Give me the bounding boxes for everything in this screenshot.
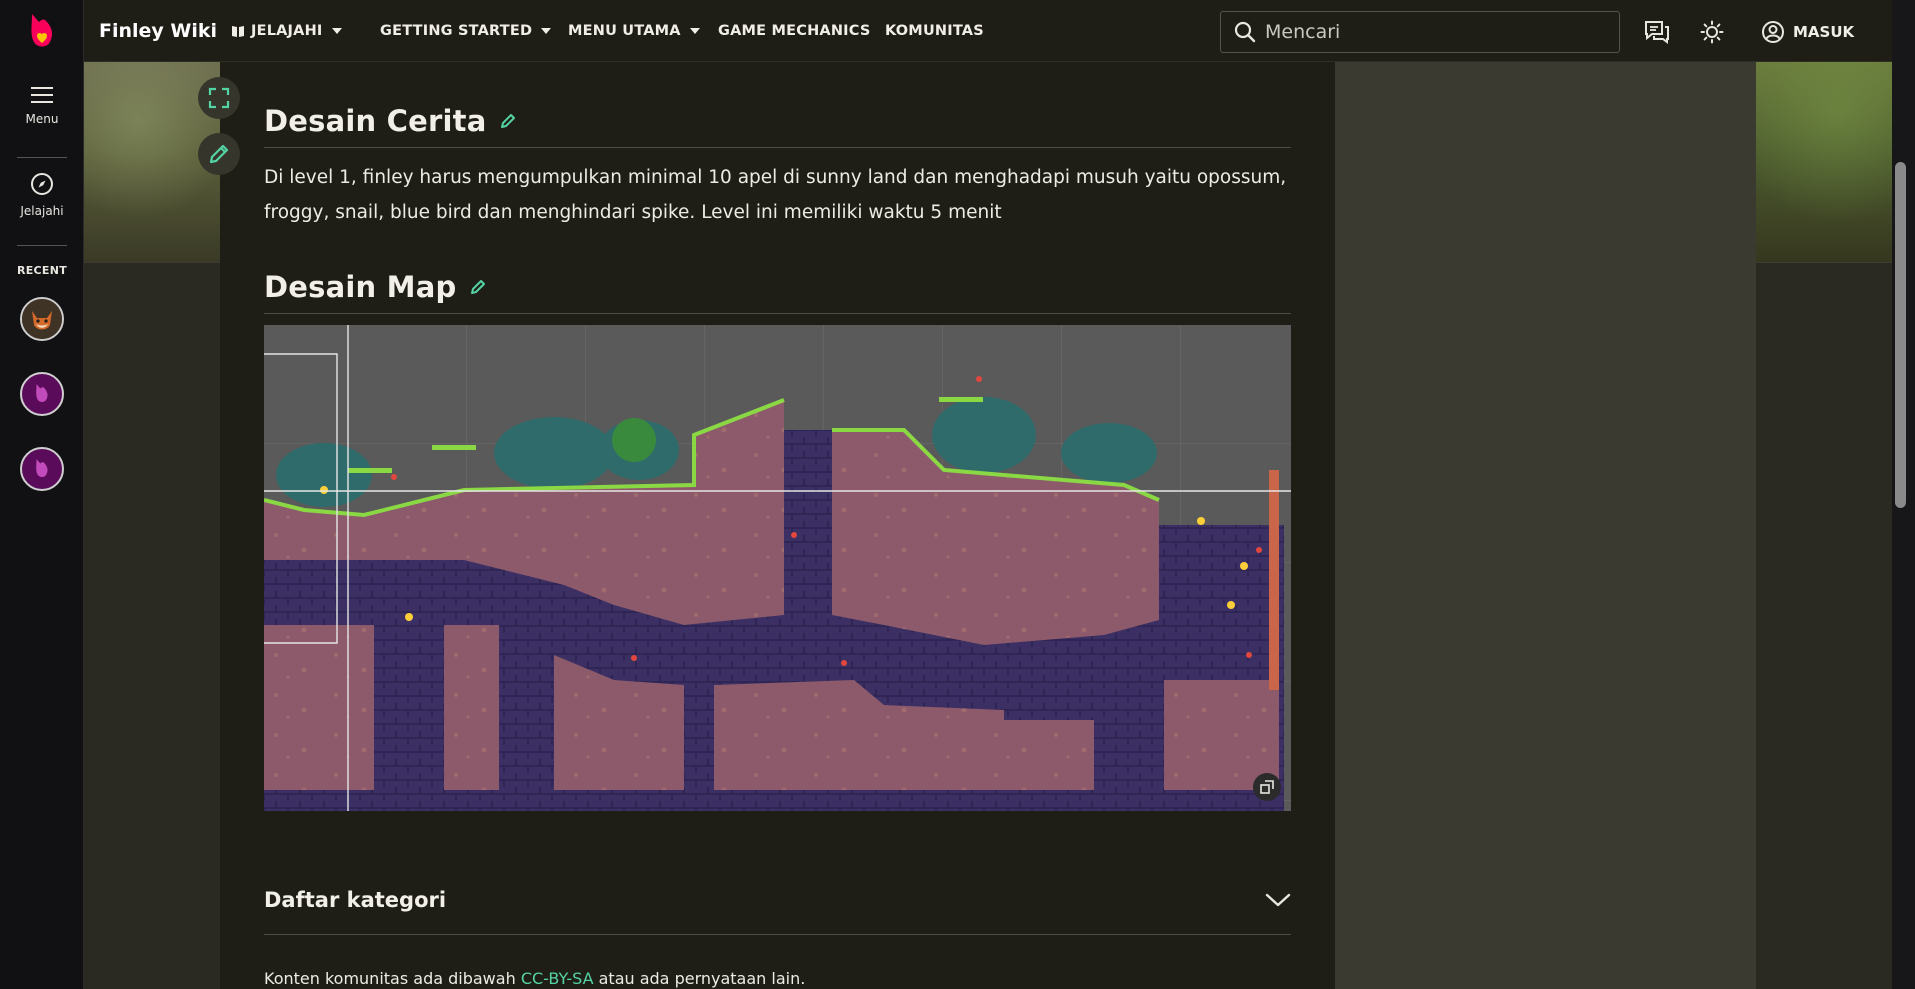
recent-wiki-finley[interactable] [20,297,64,341]
recent-heading: RECENT [16,264,68,277]
background-art-right [1756,62,1892,262]
book-icon [232,26,244,37]
pencil-icon [209,144,229,164]
chat-bubbles-icon [1645,21,1669,44]
edit-section-button[interactable] [500,113,516,129]
wiki-title[interactable]: Finley Wiki [99,20,217,42]
chevron-down-icon [541,28,552,34]
level-map-image[interactable] [264,325,1291,811]
fullscreen-button[interactable] [198,77,240,119]
recent-wiki-3[interactable] [20,447,64,491]
scrollbar-thumb[interactable] [1895,162,1906,508]
fandom-logo-icon[interactable] [26,12,58,52]
license-link[interactable]: CC-BY-SA [521,969,594,988]
section-divider [264,147,1291,148]
nav-jelajahi[interactable]: JELAJAHI [231,23,342,39]
nav-komunitas-label: KOMUNITAS [885,23,984,39]
discussions-button[interactable] [1643,18,1671,46]
categories-title: Daftar kategori [264,888,447,912]
explore-button[interactable]: Jelajahi [0,172,84,218]
theme-toggle-button[interactable] [1698,18,1726,46]
user-icon [1762,21,1784,43]
license-suffix: atau ada pernyataan lain. [598,969,806,988]
chevron-down-icon [689,28,700,34]
explore-label: Jelajahi [20,204,64,218]
right-sidebar [1335,62,1756,989]
compass-icon [31,173,53,195]
nav-game-mechanics-label: GAME MECHANICS [718,23,871,39]
nav-getting-started[interactable]: GETTING STARTED [380,23,552,39]
section-heading-cerita: Desain Cerita [264,104,516,138]
top-navigation: Finley Wiki JELAJAHI GETTING STARTED MEN… [84,0,1892,62]
nav-jelajahi-label: JELAJAHI [251,23,323,39]
nav-komunitas[interactable]: KOMUNITAS [885,23,984,39]
section-divider [264,313,1291,314]
menu-label: Menu [25,112,59,126]
hamburger-icon [31,87,53,103]
sun-icon [1700,20,1724,44]
fandom-flame-icon [36,459,48,477]
section-divider [264,934,1291,935]
categories-toggle[interactable]: Daftar kategori [264,872,1291,928]
search-box[interactable] [1220,11,1620,53]
chevron-down-icon [331,28,342,34]
rail-divider [17,245,67,246]
sign-in-label: MASUK [1793,23,1855,41]
search-input[interactable] [1265,21,1585,43]
fox-avatar-icon [22,299,62,339]
nav-getting-started-label: GETTING STARTED [380,23,533,39]
expand-icon [208,87,230,109]
fandom-flame-icon [36,384,48,402]
story-paragraph: Di level 1, finley harus mengumpulkan mi… [264,167,1287,223]
section-heading-map: Desain Map [264,270,486,304]
pixel-level-map [264,325,1291,811]
nav-game-mechanics[interactable]: GAME MECHANICS [718,23,871,39]
rail-divider [17,157,67,158]
pencil-icon [471,280,486,294]
pencil-icon [501,114,516,128]
expand-image-button[interactable] [1253,773,1281,801]
search-icon [1234,21,1256,43]
enlarge-icon [1260,780,1274,794]
left-rail: Menu Jelajahi RECENT [0,0,84,989]
nav-menu-utama-label: MENU UTAMA [568,23,681,39]
edit-page-button[interactable] [198,133,240,175]
sign-in-button[interactable]: MASUK [1761,20,1854,44]
chevron-down-icon [1265,893,1291,907]
license-notice: Konten komunitas ada dibawah CC-BY-SA at… [264,969,805,988]
nav-menu-utama[interactable]: MENU UTAMA [568,23,700,39]
section-title-map: Desain Map [264,270,457,304]
license-prefix: Konten komunitas ada dibawah [264,969,516,988]
edit-section-button[interactable] [470,279,486,295]
menu-button[interactable]: Menu [0,86,84,126]
section-title-cerita: Desain Cerita [264,104,487,138]
recent-wiki-2[interactable] [20,372,64,416]
